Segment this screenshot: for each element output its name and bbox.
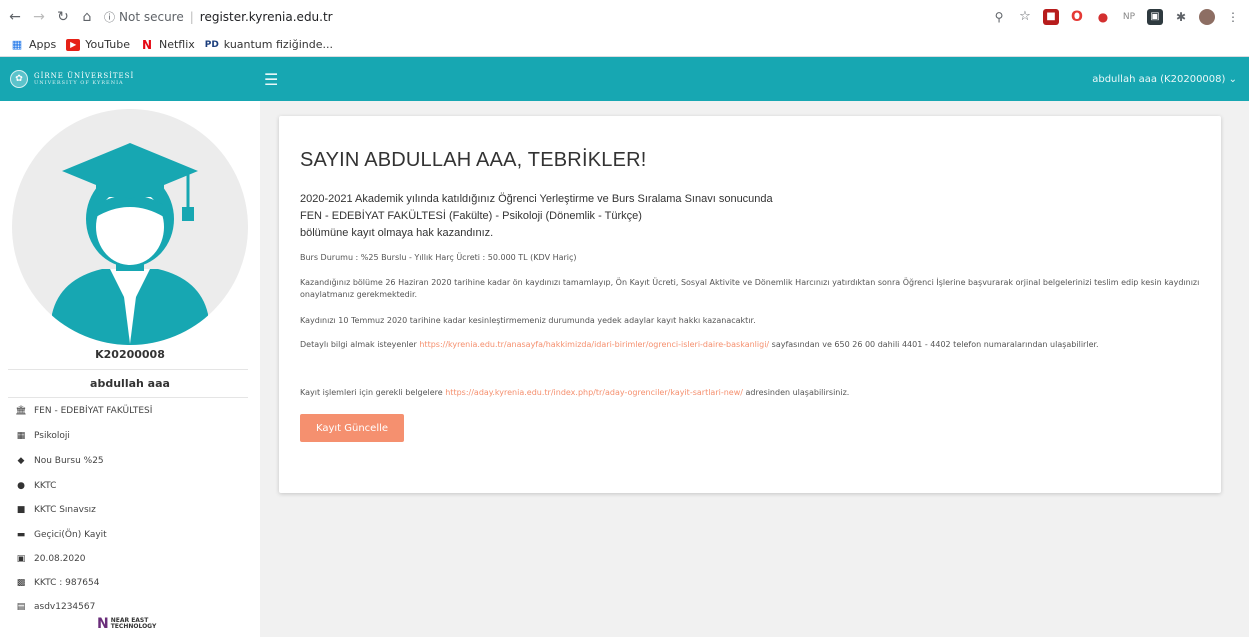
lead-line-1: 2020-2021 Akademik yılında katıldığınız … (300, 193, 773, 205)
chevron-down-icon: ⌄ (1228, 73, 1237, 85)
url-text: register.kyrenia.edu.tr (199, 9, 333, 24)
detail-link[interactable]: https://kyrenia.edu.tr/anasayfa/hakkimiz… (419, 340, 769, 349)
hamburger-menu-icon[interactable]: ☰ (264, 70, 278, 89)
red-extension-icon[interactable]: ● (1095, 8, 1111, 25)
detail-info: Detaylı bilgi almak isteyenler https://k… (300, 340, 1099, 349)
near-east-logo: N NEAR EAST TECHNOLOGY (97, 616, 157, 632)
image-extension-icon[interactable]: ▣ (1147, 8, 1163, 25)
address-bar[interactable]: ⓘ Not secure | register.kyrenia.edu.tr (104, 5, 991, 29)
scholarship-info: Burs Durumu : %25 Burslu - Yıllık Harç Ü… (300, 253, 577, 262)
zoom-icon[interactable]: ⚲ (991, 9, 1007, 25)
user-menu[interactable]: abdullah aaa (K20200008) ⌄ (1092, 74, 1237, 85)
extensions-area: ⚲ ☆ ■ O ● NP ▣ ✱ ⋮ (991, 8, 1241, 25)
info-department: ▦ Psikoloji (16, 431, 70, 441)
student-name: abdullah aaa (90, 377, 170, 390)
car-icon: ▬ (16, 530, 26, 540)
map-marker-icon: ● (17, 481, 25, 491)
page-title: SAYIN ABDULLAH AAA, TEBRİKLER! (300, 149, 647, 171)
info-faculty: 🏛 FEN - EDEBİYAT FAKÜLTESİ (15, 406, 153, 416)
info-date: ▣ 20.08.2020 (16, 554, 86, 564)
university-seal-icon: ✿ (10, 70, 28, 88)
bank-icon: 🏛 (15, 406, 27, 416)
graduate-avatar-icon (52, 143, 208, 345)
lead-line-2: FEN - EDEBİYAT FAKÜLTESİ (Fakülte) - Psi… (300, 210, 642, 222)
browser-toolbar: ← → ↻ ⌂ ⓘ Not secure | register.kyrenia.… (0, 0, 1249, 33)
student-id: K20200008 (95, 348, 165, 361)
reload-icon[interactable]: ↻ (54, 8, 72, 26)
info-icon[interactable]: ⓘ (104, 9, 115, 25)
profile-avatar-icon[interactable] (1199, 8, 1215, 25)
building-icon: ▦ (16, 431, 26, 441)
forward-icon[interactable]: → (30, 8, 48, 26)
info-passport: ▤ asdv1234567 (16, 602, 96, 612)
bookmark-apps[interactable]: ▦ Apps (10, 38, 56, 51)
id-card-icon: ▩ (16, 578, 26, 588)
deadline-info: Kaydınızı 10 Temmuz 2020 tarihine kadar … (300, 316, 756, 325)
lead-line-3: bölümüne kayıt olmaya hak kazandınız. (300, 227, 494, 239)
menu-dots-icon[interactable]: ⋮ (1225, 9, 1241, 25)
info-scholarship: ◆ Nou Bursu %25 (17, 456, 104, 466)
passport-icon: ▤ (16, 602, 26, 612)
bookmarks-bar: ▦ Apps ▶ YouTube N Netflix PD kuantum fi… (0, 33, 1249, 57)
app-header: ✿ GİRNE ÜNİVERSİTESİ UNIVERSITY OF KYREN… (0, 57, 1249, 101)
bookmark-netflix[interactable]: N Netflix (139, 37, 195, 52)
bookmark-pd[interactable]: PD kuantum fiziğinde... (205, 38, 333, 51)
np-extension-icon[interactable]: NP (1121, 8, 1137, 25)
info-registration-status: ▬ Geçici(Ön) Kayit (16, 530, 107, 540)
youtube-icon: ▶ (66, 38, 81, 51)
info-exam-type: ■ KKTC Sınavsız (16, 505, 96, 515)
security-label: Not secure (119, 9, 184, 24)
result-card: SAYIN ABDULLAH AAA, TEBRİKLER! 2020-2021… (279, 116, 1221, 493)
apps-grid-icon: ▦ (10, 38, 24, 51)
info-country: ● KKTC (17, 481, 57, 491)
registration-info: Kazandığınız bölüme 26 Haziran 2020 tari… (300, 278, 1200, 299)
info-kktc-id: ▩ KKTC : 987654 (16, 578, 100, 588)
star-icon[interactable]: ☆ (1017, 9, 1033, 25)
opera-extension-icon[interactable]: O (1069, 8, 1085, 25)
back-icon[interactable]: ← (6, 8, 24, 26)
avatar (12, 109, 248, 345)
near-east-mark-icon: N (97, 616, 109, 632)
documents-link[interactable]: https://aday.kyrenia.edu.tr/index.php/tr… (445, 388, 743, 397)
sidebar: K20200008 abdullah aaa 🏛 FEN - EDEBİYAT F… (0, 101, 260, 637)
brand-logo[interactable]: ✿ GİRNE ÜNİVERSİTESİ UNIVERSITY OF KYREN… (0, 57, 260, 101)
bookmark-youtube[interactable]: ▶ YouTube (66, 38, 130, 51)
netflix-icon: N (139, 37, 154, 52)
pdf-extension-icon[interactable]: ■ (1043, 8, 1059, 25)
puzzle-icon[interactable]: ✱ (1173, 9, 1189, 25)
tag-icon: ◆ (17, 456, 25, 466)
user-tie-icon: ■ (16, 505, 26, 515)
update-registration-button[interactable]: Kayıt Güncelle (300, 414, 404, 442)
home-icon[interactable]: ⌂ (78, 8, 96, 26)
calendar-icon: ▣ (16, 554, 26, 564)
documents-info: Kayıt işlemleri için gerekli belgelere h… (300, 388, 850, 397)
pd-icon: PD (204, 38, 219, 51)
